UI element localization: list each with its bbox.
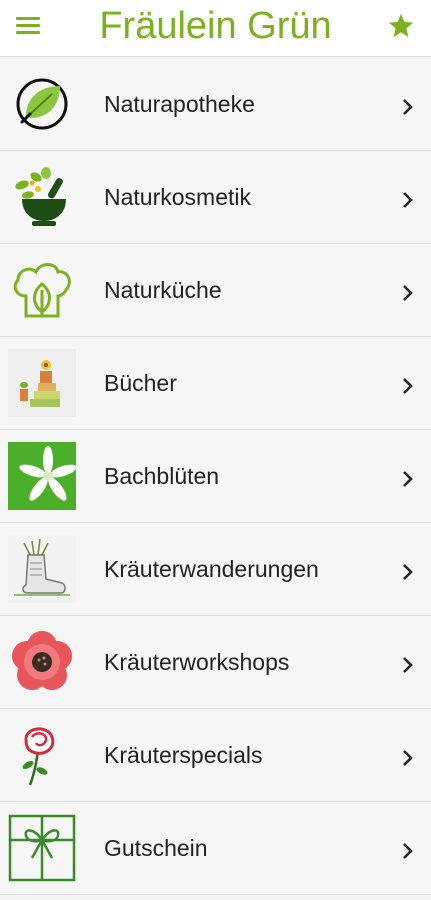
- list-item-naturapotheke[interactable]: Naturapotheke: [0, 58, 431, 151]
- list-item-buecher[interactable]: Bücher: [0, 337, 431, 430]
- leaf-circle-icon: [8, 70, 76, 138]
- list-item-naturkueche[interactable]: Naturküche: [0, 244, 431, 337]
- app-header: Fräulein Grün: [0, 0, 431, 57]
- hiking-boot-icon: [8, 535, 76, 603]
- chevron-right-icon: [403, 843, 413, 859]
- white-flower-icon: [8, 442, 76, 510]
- books-plant-icon: [8, 349, 76, 417]
- gift-box-icon: [8, 814, 76, 882]
- chevron-right-icon: [403, 471, 413, 487]
- list-item-kraeuterspecials[interactable]: Kräuterspecials: [0, 709, 431, 802]
- item-label: Kräuterworkshops: [104, 649, 290, 675]
- list-item-naturkosmetik[interactable]: Naturkosmetik: [0, 151, 431, 244]
- hamburger-menu-icon[interactable]: [12, 11, 44, 39]
- chevron-right-icon: [403, 657, 413, 673]
- item-label: Naturapotheke: [104, 91, 255, 117]
- chevron-right-icon: [403, 564, 413, 580]
- chevron-right-icon: [403, 192, 413, 208]
- list-item-bachblueten[interactable]: Bachblüten: [0, 430, 431, 523]
- item-label: Naturküche: [104, 277, 222, 303]
- category-list: Naturapotheke Naturkosmetik Naturküche B…: [0, 58, 431, 895]
- chevron-right-icon: [403, 285, 413, 301]
- star-icon[interactable]: [387, 12, 415, 40]
- list-item-gutschein[interactable]: Gutschein: [0, 802, 431, 895]
- item-label: Naturkosmetik: [104, 184, 251, 210]
- chevron-right-icon: [403, 750, 413, 766]
- chef-hat-leaf-icon: [8, 256, 76, 324]
- list-item-kraeuterworkshops[interactable]: Kräuterworkshops: [0, 616, 431, 709]
- item-label: Kräuterwanderungen: [104, 556, 319, 582]
- chevron-right-icon: [403, 99, 413, 115]
- item-label: Bachblüten: [104, 463, 220, 489]
- chevron-right-icon: [403, 378, 413, 394]
- mortar-pestle-icon: [8, 163, 76, 231]
- list-item-kraeuterwanderungen[interactable]: Kräuterwanderungen: [0, 523, 431, 616]
- red-flower-icon: [8, 628, 76, 696]
- item-label: Gutschein: [104, 835, 208, 861]
- app-title: Fräulein Grün: [99, 5, 332, 47]
- rose-icon: [8, 721, 76, 789]
- item-label: Kräuterspecials: [104, 742, 263, 768]
- item-label: Bücher: [104, 370, 177, 396]
